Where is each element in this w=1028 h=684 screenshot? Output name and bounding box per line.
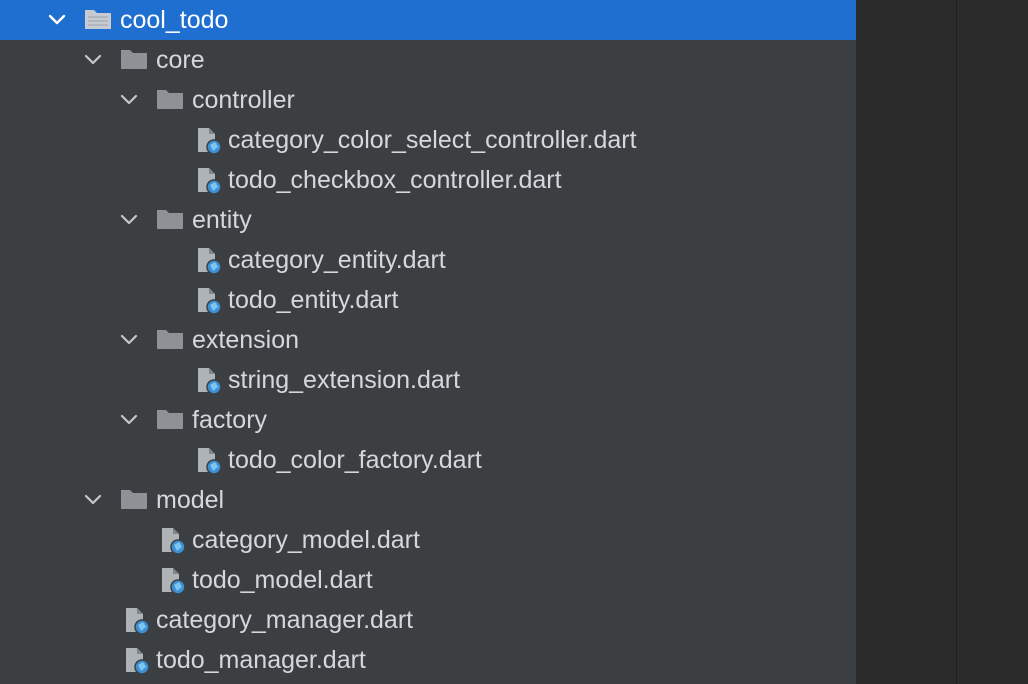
tree-item-label: controller <box>192 86 295 114</box>
folder-icon <box>156 328 184 349</box>
tree-row-core[interactable]: core <box>0 40 856 80</box>
dart-file-icon <box>194 446 224 476</box>
ide-window: cool_todo core controller category_color… <box>0 0 1028 684</box>
chevron-down-icon[interactable] <box>119 210 139 230</box>
tree-item-label: todo_color_factory.dart <box>228 446 482 474</box>
chevron-down-icon[interactable] <box>47 10 67 30</box>
folder-icon <box>156 88 184 109</box>
tree-item-label: todo_entity.dart <box>228 286 399 314</box>
tree-row-todo-checkbox-controller[interactable]: todo_checkbox_controller.dart <box>0 160 856 200</box>
tree-item-label: todo_manager.dart <box>156 646 366 674</box>
folder-icon <box>120 48 148 69</box>
tree-row-category-entity[interactable]: category_entity.dart <box>0 240 856 280</box>
tree-row-factory[interactable]: factory <box>0 400 856 440</box>
tree-item-label: factory <box>192 406 268 434</box>
dart-file-icon <box>194 366 224 396</box>
project-tree-panel[interactable]: cool_todo core controller category_color… <box>0 0 856 684</box>
folder-icon <box>156 208 184 229</box>
tree-item-label: category_color_select_controller.dart <box>228 126 637 154</box>
dart-file-icon <box>194 166 224 196</box>
tree-row-todo-manager[interactable]: todo_manager.dart <box>0 640 856 680</box>
dart-file-icon <box>194 286 224 316</box>
tree-item-label: category_manager.dart <box>156 606 414 634</box>
tree-item-label: cool_todo <box>120 6 229 34</box>
folder-icon <box>156 408 184 429</box>
chevron-down-icon[interactable] <box>83 50 103 70</box>
editor-area[interactable] <box>957 0 1028 684</box>
tree-row-todo-color-factory[interactable]: todo_color_factory.dart <box>0 440 856 480</box>
tree-item-label: extension <box>192 326 300 354</box>
dart-file-icon <box>194 246 224 276</box>
tree-row-extension[interactable]: extension <box>0 320 856 360</box>
chevron-down-icon[interactable] <box>119 410 139 430</box>
tree-row-todo-model[interactable]: todo_model.dart <box>0 560 856 600</box>
tree-item-label: todo_checkbox_controller.dart <box>228 166 562 194</box>
tree-row-model[interactable]: model <box>0 480 856 520</box>
folder-icon <box>84 8 112 29</box>
tree-row-category-manager[interactable]: category_manager.dart <box>0 600 856 640</box>
dart-file-icon <box>158 526 188 556</box>
tree-item-label: model <box>156 486 225 514</box>
tree-row-cool-todo[interactable]: cool_todo <box>0 0 856 40</box>
chevron-down-icon[interactable] <box>119 330 139 350</box>
tree-item-label: todo_model.dart <box>192 566 373 594</box>
dart-file-icon <box>122 606 152 636</box>
tree-item-label: core <box>156 46 205 74</box>
tree-item-label: string_extension.dart <box>228 366 461 394</box>
dart-file-icon <box>122 646 152 676</box>
tree-row-category-color-select-controller[interactable]: category_color_select_controller.dart <box>0 120 856 160</box>
dart-file-icon <box>194 126 224 156</box>
tree-row-category-model[interactable]: category_model.dart <box>0 520 856 560</box>
chevron-down-icon[interactable] <box>119 90 139 110</box>
tree-item-label: entity <box>192 206 252 234</box>
tree-item-label: category_entity.dart <box>228 246 446 274</box>
tree-row-entity[interactable]: entity <box>0 200 856 240</box>
tree-row-todo-entity[interactable]: todo_entity.dart <box>0 280 856 320</box>
tree-item-label: category_model.dart <box>192 526 420 554</box>
dart-file-icon <box>158 566 188 596</box>
chevron-down-icon[interactable] <box>83 490 103 510</box>
folder-icon <box>120 488 148 509</box>
tree-row-string-extension[interactable]: string_extension.dart <box>0 360 856 400</box>
tree-row-controller[interactable]: controller <box>0 80 856 120</box>
editor-gutter <box>856 0 956 684</box>
